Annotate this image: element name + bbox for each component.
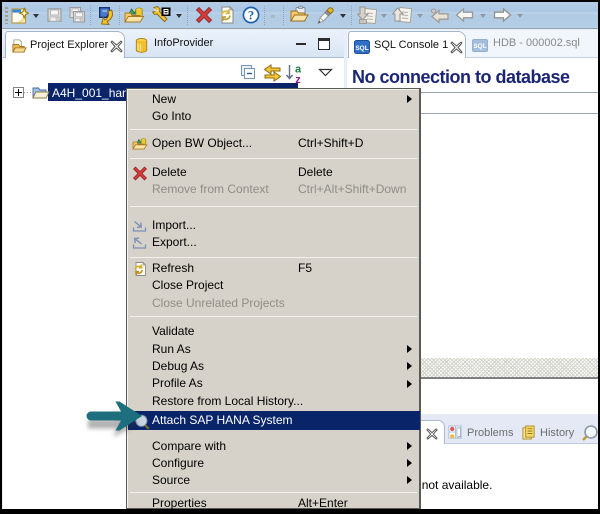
svg-text:?: ?	[248, 9, 254, 23]
svg-text:SQL: SQL	[473, 43, 486, 50]
svg-text:SQL: SQL	[355, 45, 368, 52]
